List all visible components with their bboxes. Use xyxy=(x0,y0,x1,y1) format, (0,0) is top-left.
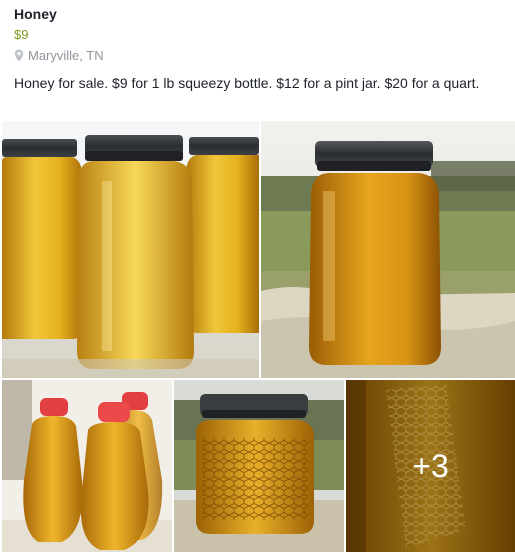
location-text: Maryville, TN xyxy=(28,48,104,63)
more-photos-count: +3 xyxy=(412,447,449,484)
more-photos-overlay[interactable]: +3 xyxy=(346,380,515,552)
listing-price: $9 xyxy=(14,27,29,42)
listing-description: Honey for sale. $9 for 1 lb squeezy bott… xyxy=(14,75,480,91)
listing-location[interactable]: Maryville, TN xyxy=(14,48,104,63)
listing-photo-1[interactable] xyxy=(2,121,259,378)
listing-photo-3[interactable] xyxy=(2,380,172,552)
listing-title[interactable]: Honey xyxy=(14,6,57,22)
listing-photo-5[interactable]: +3 xyxy=(346,380,515,552)
listing-photo-4[interactable] xyxy=(174,380,344,552)
map-pin-icon xyxy=(14,49,24,62)
listing-photo-2[interactable] xyxy=(261,121,515,378)
